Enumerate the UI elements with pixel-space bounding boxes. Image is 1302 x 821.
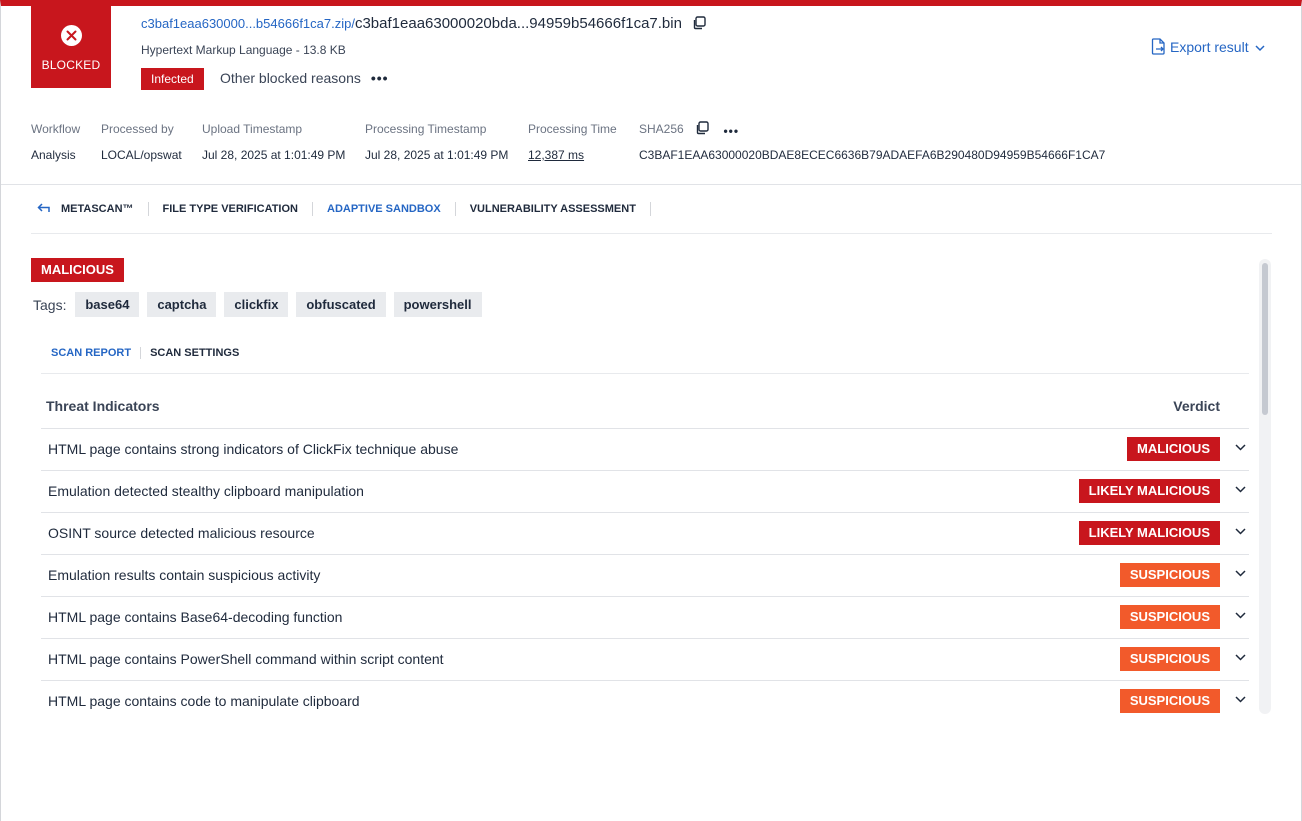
tab-file-type-verification[interactable]: FILE TYPE VERIFICATION bbox=[149, 202, 313, 216]
tab-scan-report[interactable]: SCAN REPORT bbox=[51, 347, 142, 359]
zip-archive-link[interactable]: c3baf1eaa630000...b54666f1ca7.zip/ bbox=[141, 16, 355, 31]
infected-badge: Infected bbox=[141, 68, 204, 90]
sha256-actions: ••• bbox=[695, 121, 739, 140]
table-row[interactable]: HTML page contains Base64-decoding funct… bbox=[41, 596, 1249, 638]
col-verdict: Verdict bbox=[1173, 398, 1220, 414]
tags-row: Tags: base64 captcha clickfix obfuscated… bbox=[33, 292, 486, 317]
blocked-x-icon bbox=[60, 25, 82, 46]
indicator-description: OSINT source detected malicious resource bbox=[48, 525, 315, 541]
chevron-down-icon[interactable] bbox=[1235, 444, 1246, 451]
indicator-description: HTML page contains PowerShell command wi… bbox=[48, 651, 444, 667]
export-result-label: Export result bbox=[1170, 39, 1249, 55]
tags-label: Tags: bbox=[33, 296, 67, 313]
verdict-badge: SUSPICIOUS bbox=[1119, 563, 1220, 587]
header-divider bbox=[1, 184, 1301, 185]
chevron-down-icon[interactable] bbox=[1235, 528, 1246, 535]
subtabs-divider bbox=[41, 373, 1249, 374]
blocked-status-tile: BLOCKED bbox=[31, 6, 111, 88]
meta-processed-by: Processed by LOCAL/opswat bbox=[101, 122, 182, 162]
meta-processing-timestamp: Processing Timestamp Jul 28, 2025 at 1:0… bbox=[365, 122, 508, 162]
indicator-description: HTML page contains Base64-decoding funct… bbox=[48, 609, 343, 625]
export-file-icon bbox=[1151, 38, 1165, 55]
processing-timestamp-label: Processing Timestamp bbox=[365, 122, 487, 136]
table-row[interactable]: Emulation results contain suspicious act… bbox=[41, 554, 1249, 596]
copy-sha-icon[interactable] bbox=[695, 121, 709, 140]
report-subtabs: SCAN REPORT SCAN SETTINGS bbox=[51, 347, 257, 359]
processed-by-label: Processed by bbox=[101, 122, 174, 136]
chevron-down-icon[interactable] bbox=[1235, 570, 1246, 577]
col-threat-indicators: Threat Indicators bbox=[46, 398, 160, 414]
processing-time-value[interactable]: 12,387 ms bbox=[528, 148, 617, 162]
back-arrow-icon[interactable] bbox=[37, 203, 51, 213]
tag-chip[interactable]: powershell bbox=[393, 292, 482, 317]
other-reasons-label: Other blocked reasons bbox=[220, 70, 361, 86]
meta-processing-time: Processing Time 12,387 ms bbox=[528, 122, 617, 162]
upload-timestamp-label: Upload Timestamp bbox=[202, 122, 303, 136]
overall-verdict-badge: MALICIOUS bbox=[31, 258, 124, 282]
table-row[interactable]: HTML page contains PowerShell command wi… bbox=[41, 638, 1249, 680]
workflow-value: Analysis bbox=[31, 148, 76, 162]
upload-timestamp-value: Jul 28, 2025 at 1:01:49 PM bbox=[202, 148, 346, 162]
indicator-description: HTML page contains code to manipulate cl… bbox=[48, 693, 360, 709]
tab-scan-settings[interactable]: SCAN SETTINGS bbox=[150, 347, 248, 359]
processed-by-value: LOCAL/opswat bbox=[101, 148, 182, 162]
chevron-down-icon[interactable] bbox=[1235, 486, 1246, 493]
indicator-description: Emulation detected stealthy clipboard ma… bbox=[48, 483, 364, 499]
verdict-badge: LIKELY MALICIOUS bbox=[1078, 479, 1220, 503]
tag-chip[interactable]: obfuscated bbox=[296, 292, 386, 317]
engine-tabs: METASCAN™ FILE TYPE VERIFICATION ADAPTIVE … bbox=[37, 202, 651, 216]
tag-chip[interactable]: clickfix bbox=[224, 292, 289, 317]
processing-timestamp-value: Jul 28, 2025 at 1:01:49 PM bbox=[365, 148, 509, 162]
verdict-badge: SUSPICIOUS bbox=[1119, 689, 1220, 713]
verdict-badge: LIKELY MALICIOUS bbox=[1078, 521, 1220, 545]
verdict-badge: SUSPICIOUS bbox=[1119, 647, 1220, 671]
threat-table-body: HTML page contains strong indicators of … bbox=[41, 428, 1249, 722]
other-blocked-reasons: Other blocked reasons ••• bbox=[220, 70, 389, 86]
indicator-description: HTML page contains strong indicators of … bbox=[48, 441, 459, 457]
export-result-button[interactable]: Export result bbox=[1151, 38, 1269, 55]
sha-more-icon[interactable]: ••• bbox=[723, 124, 739, 138]
workflow-label: Workflow bbox=[31, 122, 81, 136]
table-row[interactable]: OSINT source detected malicious resource… bbox=[41, 512, 1249, 554]
meta-upload-timestamp: Upload Timestamp Jul 28, 2025 at 1:01:49… bbox=[202, 122, 345, 162]
table-row[interactable]: Emulation detected stealthy clipboard ma… bbox=[41, 470, 1249, 512]
chevron-down-icon[interactable] bbox=[1235, 612, 1246, 619]
chevron-down-icon bbox=[1255, 45, 1265, 52]
verdict-badge: SUSPICIOUS bbox=[1119, 605, 1220, 629]
sha256-value: C3BAF1EAA63000020BDAE8ECEC6636B79ADAEFA6… bbox=[639, 148, 1106, 162]
chevron-down-icon[interactable] bbox=[1235, 654, 1246, 661]
meta-workflow: Workflow Analysis bbox=[31, 122, 80, 162]
table-row[interactable]: HTML page contains strong indicators of … bbox=[41, 428, 1249, 470]
file-name: c3baf1eaa63000020bda...94959b54666f1ca7.… bbox=[354, 15, 682, 32]
blocked-label: BLOCKED bbox=[41, 58, 101, 72]
file-path: c3baf1eaa630000...b54666f1ca7.zip/c3baf1… bbox=[141, 15, 706, 33]
processing-time-label: Processing Time bbox=[528, 122, 617, 136]
tab-vulnerability-assessment[interactable]: VULNERABILITY ASSESSMENT bbox=[456, 202, 651, 216]
file-type-size: Hypertext Markup Language - 13.8 KB bbox=[141, 43, 346, 57]
indicator-description: Emulation results contain suspicious act… bbox=[48, 567, 321, 583]
copy-icon[interactable] bbox=[692, 16, 706, 33]
tag-chip[interactable]: base64 bbox=[75, 292, 140, 317]
tab-metascan[interactable]: METASCAN™ bbox=[61, 202, 149, 216]
tab-adaptive-sandbox[interactable]: ADAPTIVE SANDBOX bbox=[313, 202, 456, 216]
chevron-down-icon[interactable] bbox=[1235, 696, 1246, 703]
tag-chip[interactable]: captcha bbox=[147, 292, 217, 317]
more-options-icon[interactable]: ••• bbox=[371, 70, 389, 86]
tabs-divider bbox=[31, 233, 1272, 234]
scrollbar-thumb[interactable] bbox=[1262, 263, 1268, 415]
table-row[interactable]: HTML page contains code to manipulate cl… bbox=[41, 680, 1249, 722]
verdict-badge: MALICIOUS bbox=[1127, 437, 1220, 461]
